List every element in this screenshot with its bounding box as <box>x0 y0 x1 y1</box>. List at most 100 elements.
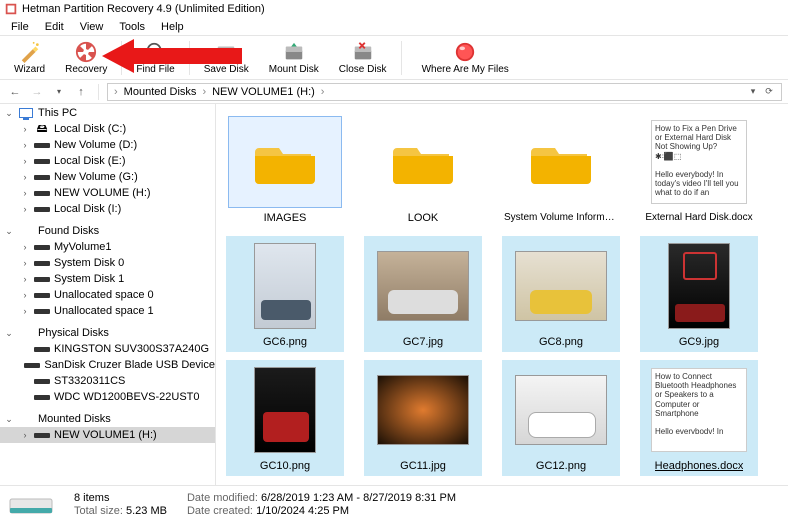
savedisk-button[interactable]: Save Disk <box>196 37 257 79</box>
wizard-label: Wizard <box>14 64 45 75</box>
image-thumb <box>254 367 316 453</box>
address-field[interactable]: › Mounted Disks › NEW VOLUME1 (H:) › ▾ ⟳ <box>107 83 782 101</box>
file-gc8-png[interactable]: GC8.png <box>502 236 620 352</box>
disk-icon <box>34 305 50 317</box>
tree-wdc[interactable]: WDC WD1200BEVS-22UST0 <box>0 389 215 405</box>
tree-this-pc[interactable]: ⌄ This PC <box>0 105 215 121</box>
collapse-icon[interactable]: ⌄ <box>4 108 14 119</box>
tree-found-disks[interactable]: ⌄ Found Disks <box>0 223 215 239</box>
expand-icon[interactable]: › <box>20 242 30 252</box>
disk-icon <box>34 241 50 253</box>
expand-icon[interactable]: › <box>20 430 30 440</box>
disk-icon <box>34 139 50 151</box>
nav-forward-button[interactable]: → <box>28 83 46 101</box>
address-refresh-button[interactable]: ⟳ <box>761 84 777 100</box>
expand-icon[interactable]: › <box>20 204 30 214</box>
tree-system-disk-1[interactable]: ›System Disk 1 <box>0 271 215 287</box>
file-label: System Volume Information <box>504 212 618 223</box>
tree-system-disk-0[interactable]: › System Disk 0 <box>0 255 215 271</box>
image-thumb <box>515 375 607 445</box>
findfile-button[interactable]: Find File <box>128 37 182 79</box>
expand-icon[interactable]: › <box>20 274 30 284</box>
file-gc12-png[interactable]: GC12.png <box>502 360 620 476</box>
expand-icon[interactable]: › <box>20 156 30 166</box>
menu-edit[interactable]: Edit <box>38 20 71 34</box>
folder-images[interactable]: IMAGES <box>226 112 344 228</box>
file-label: GC11.jpg <box>400 460 446 472</box>
tree-st3320311cs[interactable]: ST3320311CS <box>0 373 215 389</box>
mountdisk-icon <box>283 41 305 63</box>
tree-new-volume-h[interactable]: ›NEW VOLUME (H:) <box>0 185 215 201</box>
file-gc10-png[interactable]: GC10.png <box>226 360 344 476</box>
menu-view[interactable]: View <box>73 20 111 34</box>
file-gc9-jpg[interactable]: GC9.jpg <box>640 236 758 352</box>
collapse-icon[interactable]: ⌄ <box>4 226 14 237</box>
tree-unallocated-1[interactable]: ›Unallocated space 1 <box>0 303 215 319</box>
wherefiles-button[interactable]: Where Are My Files <box>408 37 523 79</box>
tree-local-disk-e[interactable]: › Local Disk (E:) <box>0 153 215 169</box>
menu-tools[interactable]: Tools <box>112 20 152 34</box>
file-label: Headphones.docx <box>655 460 744 472</box>
status-items: 8 items <box>74 492 167 504</box>
file-gc11-jpg[interactable]: GC11.jpg <box>364 360 482 476</box>
tree-label: Mounted Disks <box>38 413 111 425</box>
folder-sysvol[interactable]: System Volume Information <box>502 112 620 228</box>
folder-look[interactable]: LOOK <box>364 112 482 228</box>
tree-label: WDC WD1200BEVS-22UST0 <box>54 391 200 403</box>
nav-tree: ⌄ This PC ›🖴Local Disk (C:) ›New Volume … <box>0 104 216 485</box>
tree-myvolume1[interactable]: ›MyVolume1 <box>0 239 215 255</box>
disk-icon <box>34 289 50 301</box>
tree-unallocated-0[interactable]: ›Unallocated space 0 <box>0 287 215 303</box>
expand-icon[interactable]: › <box>20 124 30 134</box>
file-headphones-docx[interactable]: How to Connect Bluetooth Headphones or S… <box>640 360 758 476</box>
mountdisk-button[interactable]: Mount Disk <box>261 37 327 79</box>
file-gc6-png[interactable]: GC6.png <box>226 236 344 352</box>
address-dropdown-button[interactable]: ▾ <box>745 84 761 100</box>
file-row: IMAGES LOOK System Volume Information Ho… <box>226 112 778 228</box>
tree-mounted-new-volume1-h[interactable]: ›NEW VOLUME1 (H:) <box>0 427 215 443</box>
file-gc7-jpg[interactable]: GC7.jpg <box>364 236 482 352</box>
expand-icon[interactable]: › <box>20 306 30 316</box>
folder-icon <box>393 138 453 186</box>
tree-mounted-disks[interactable]: ⌄ Mounted Disks <box>0 411 215 427</box>
expand-icon[interactable]: › <box>20 258 30 268</box>
breadcrumb-volume[interactable]: NEW VOLUME1 (H:) <box>212 86 315 98</box>
nav-up-button[interactable]: ↑ <box>72 83 90 101</box>
expand-icon[interactable]: › <box>20 188 30 198</box>
wherefiles-label: Where Are My Files <box>422 64 509 75</box>
nav-back-button[interactable]: ← <box>6 83 24 101</box>
breadcrumb-mounted-disks[interactable]: Mounted Disks <box>124 86 197 98</box>
tree-label: SanDisk Cruzer Blade USB Device <box>44 359 215 371</box>
menu-file[interactable]: File <box>4 20 36 34</box>
tree-label: Physical Disks <box>38 327 109 339</box>
tree-kingston[interactable]: KINGSTON SUV300S37A240G <box>0 341 215 357</box>
file-label: GC6.png <box>263 336 307 348</box>
recovery-button[interactable]: Recovery <box>57 37 115 79</box>
expand-icon[interactable]: › <box>20 140 30 150</box>
tree-physical-disks[interactable]: ⌄ Physical Disks <box>0 325 215 341</box>
nav-history-button[interactable]: ▾ <box>50 83 68 101</box>
disk-group-icon <box>18 327 34 339</box>
tree-new-volume-d[interactable]: ›New Volume (D:) <box>0 137 215 153</box>
collapse-icon[interactable]: ⌄ <box>4 414 14 425</box>
tree-local-disk-i[interactable]: ›Local Disk (I:) <box>0 201 215 217</box>
disk-icon <box>34 187 50 199</box>
file-external-hard-disk-docx[interactable]: How to Fix a Pen Drive or External Hard … <box>640 112 758 228</box>
wizard-button[interactable]: Wizard <box>6 37 53 79</box>
menu-help[interactable]: Help <box>154 20 191 34</box>
tree-label: Local Disk (E:) <box>54 155 126 167</box>
closedisk-icon <box>352 41 374 63</box>
closedisk-button[interactable]: Close Disk <box>331 37 395 79</box>
file-label: GC10.png <box>260 460 310 472</box>
collapse-icon[interactable]: ⌄ <box>4 328 14 339</box>
expand-icon[interactable]: › <box>20 290 30 300</box>
tree-new-volume-g[interactable]: ›New Volume (G:) <box>0 169 215 185</box>
wherefiles-icon <box>454 41 476 63</box>
tree-label: System Disk 0 <box>54 257 124 269</box>
tree-sandisk[interactable]: SanDisk Cruzer Blade USB Device <box>0 357 215 373</box>
tree-local-disk-c[interactable]: ›🖴Local Disk (C:) <box>0 121 215 137</box>
expand-icon[interactable]: › <box>20 172 30 182</box>
file-row: GC10.png GC11.jpg GC12.png How to Connec… <box>226 360 778 476</box>
folder-icon <box>255 138 315 186</box>
file-view: IMAGES LOOK System Volume Information Ho… <box>216 104 788 485</box>
